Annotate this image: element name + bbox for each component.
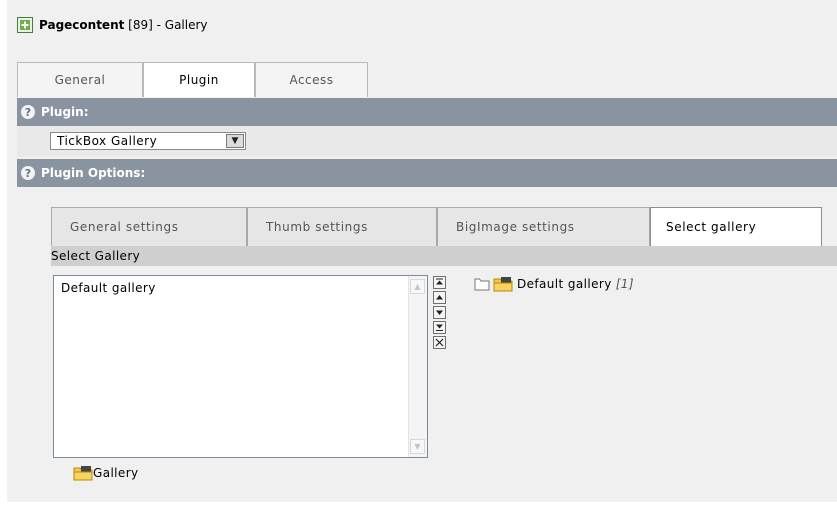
tab-general-settings-label: General settings bbox=[70, 220, 179, 234]
options-section-bar: ? Plugin Options: bbox=[17, 159, 837, 187]
title-bold: Pagecontent bbox=[39, 18, 125, 32]
tab-plugin-label: Plugin bbox=[179, 73, 219, 87]
chevron-down-icon[interactable]: ▼ bbox=[226, 134, 244, 148]
tab-general-label: General bbox=[54, 73, 106, 87]
footer-label: Gallery bbox=[93, 466, 139, 480]
move-down-icon[interactable] bbox=[433, 306, 446, 319]
gallery-tree: Default gallery [1] bbox=[474, 276, 634, 292]
tab-bigimage-settings-label: BigImage settings bbox=[456, 220, 575, 234]
title-rest: [89] - Gallery bbox=[124, 18, 208, 32]
list-item[interactable]: Default gallery bbox=[61, 281, 156, 295]
tab-thumb-settings-label: Thumb settings bbox=[266, 220, 368, 234]
gallery-footer: Gallery bbox=[73, 465, 139, 481]
gallery-listbox[interactable]: Default gallery ▲ ▼ bbox=[53, 275, 428, 458]
tab-access-label: Access bbox=[289, 73, 334, 87]
tab-thumb-settings[interactable]: Thumb settings bbox=[247, 207, 437, 246]
tab-bigimage-settings[interactable]: BigImage settings bbox=[437, 207, 650, 246]
tab-general[interactable]: General bbox=[17, 62, 143, 97]
page-add-icon bbox=[17, 17, 33, 33]
tab-access[interactable]: Access bbox=[255, 62, 368, 97]
plugin-heading: Plugin: bbox=[41, 105, 89, 119]
tab-general-settings[interactable]: General settings bbox=[51, 207, 247, 246]
remove-icon[interactable] bbox=[433, 336, 446, 349]
plugin-select[interactable]: TickBox Gallery ▼ bbox=[50, 132, 246, 150]
tree-item-label[interactable]: Default gallery bbox=[517, 277, 612, 291]
select-gallery-heading: Select Gallery bbox=[51, 249, 141, 263]
move-top-icon[interactable] bbox=[433, 276, 446, 289]
page-title: Pagecontent [89] - Gallery bbox=[17, 16, 208, 34]
list-controls bbox=[433, 276, 447, 351]
folder-outline-icon bbox=[474, 278, 490, 291]
folder-icon bbox=[73, 466, 93, 481]
plugin-section-bar: ? Plugin: bbox=[17, 98, 837, 126]
listbox-scrollbar[interactable]: ▲ ▼ bbox=[408, 276, 427, 457]
options-heading: Plugin Options: bbox=[41, 166, 146, 180]
scroll-up-icon[interactable]: ▲ bbox=[410, 279, 425, 294]
folder-icon[interactable] bbox=[493, 276, 513, 292]
help-icon[interactable]: ? bbox=[21, 166, 35, 180]
tab-select-gallery-label: Select gallery bbox=[666, 220, 757, 234]
scroll-down-icon[interactable]: ▼ bbox=[410, 439, 425, 454]
tree-item-count: [1] bbox=[615, 277, 634, 291]
tab-plugin[interactable]: Plugin bbox=[143, 62, 255, 97]
plugin-select-row: TickBox Gallery ▼ bbox=[17, 126, 837, 157]
help-icon[interactable]: ? bbox=[21, 105, 35, 119]
tab-select-gallery[interactable]: Select gallery bbox=[650, 207, 822, 246]
plugin-select-value: TickBox Gallery bbox=[57, 134, 158, 148]
move-bottom-icon[interactable] bbox=[433, 321, 446, 334]
select-gallery-header: Select Gallery bbox=[51, 246, 837, 266]
move-up-icon[interactable] bbox=[433, 291, 446, 304]
